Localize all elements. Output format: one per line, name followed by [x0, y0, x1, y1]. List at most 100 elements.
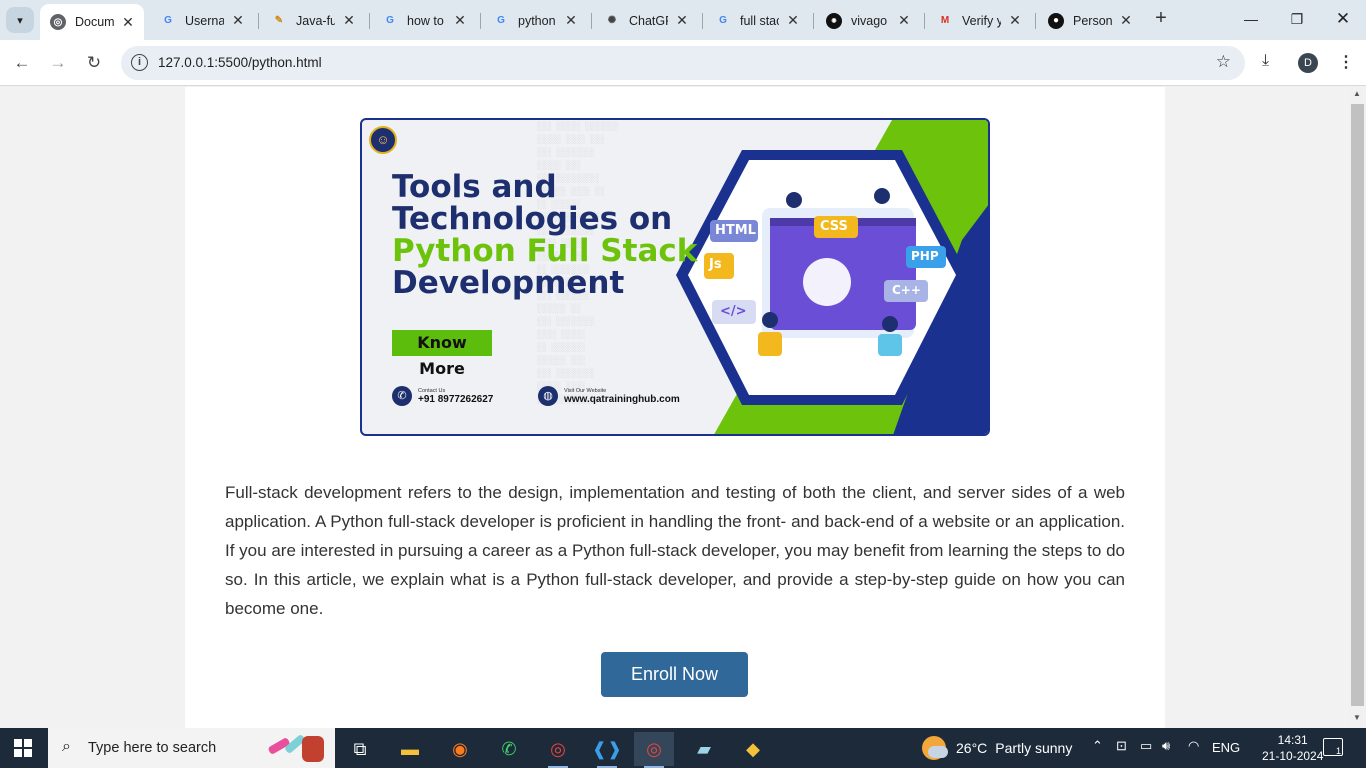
- banner-badge-cpp: C++: [892, 283, 921, 297]
- clock-time: 14:31: [1277, 733, 1308, 747]
- vscode-icon[interactable]: ❰❱: [587, 732, 627, 768]
- headline-line: Python Full Stack: [392, 233, 698, 269]
- scrollbar-thumb[interactable]: [1351, 104, 1364, 706]
- headline-line: Development: [392, 265, 625, 301]
- close-window-icon[interactable]: ✕: [1332, 8, 1354, 30]
- tab-vivago[interactable]: ◉ vivago ✕: [816, 5, 920, 36]
- scroll-up-arrow-icon[interactable]: ▲: [1353, 89, 1361, 98]
- google-icon: G: [386, 15, 394, 26]
- close-icon[interactable]: ✕: [120, 14, 136, 31]
- bookmark-star-icon[interactable]: ☆: [1216, 52, 1231, 72]
- tab-title: vivago: [851, 13, 888, 28]
- back-icon[interactable]: ←: [11, 52, 33, 74]
- tab-separator: [258, 13, 259, 29]
- chrome-profile-icon[interactable]: ◎: [634, 732, 674, 768]
- banner-badge-code: </>: [720, 304, 747, 319]
- tab-separator: [924, 13, 925, 29]
- address-bar[interactable]: i 127.0.0.1:5500/python.html ☆: [121, 46, 1245, 80]
- tab-how-to[interactable]: G how to ✕: [372, 5, 476, 36]
- file-explorer-icon[interactable]: ▬: [390, 732, 430, 766]
- google-icon: G: [497, 15, 505, 26]
- url-text[interactable]: 127.0.0.1:5500/python.html: [158, 55, 322, 70]
- tab-full-stack[interactable]: G full stack ✕: [705, 5, 809, 36]
- new-tab-button[interactable]: +: [1150, 8, 1172, 30]
- menu-kebab-icon[interactable]: ⋮: [1338, 52, 1354, 72]
- task-view-icon[interactable]: ⧉: [340, 732, 380, 766]
- headline-line: Technologies on: [392, 201, 673, 237]
- tab-search-button[interactable]: ▾: [6, 7, 34, 33]
- content-card: ░░░ ░░░░░ ░░░░░░░ ░░░░░ ░░░░ ░░░ ░░░ ░░░░░…: [185, 87, 1165, 728]
- tab-java-full[interactable]: ✎ Java-full ✕: [261, 5, 365, 36]
- firefox-icon[interactable]: ◉: [440, 732, 480, 766]
- battery-icon[interactable]: ▭: [1140, 738, 1152, 754]
- partly-sunny-icon: [922, 736, 948, 760]
- website-value: www.qatraininghub.com: [564, 393, 680, 405]
- notification-center-icon[interactable]: 1: [1323, 738, 1343, 756]
- globe-icon: ◎: [50, 14, 66, 30]
- close-icon[interactable]: ✕: [1007, 12, 1023, 29]
- restore-icon[interactable]: ❐: [1286, 8, 1308, 30]
- phone-icon: ✆: [392, 386, 412, 406]
- banner-badge-html: HTML: [715, 223, 756, 238]
- developer-figure-body: [878, 334, 902, 356]
- wifi-icon[interactable]: ◠: [1188, 738, 1199, 754]
- page-scrollbar[interactable]: ▲ ▼: [1349, 87, 1366, 728]
- download-icon[interactable]: ⤓: [1262, 52, 1269, 70]
- tab-username[interactable]: G Username ✕: [150, 5, 254, 36]
- app-diamond-icon[interactable]: ◆: [733, 732, 773, 766]
- system-clock[interactable]: 14:31 21-10-2024: [1262, 732, 1323, 764]
- language-indicator[interactable]: ENG: [1212, 740, 1240, 755]
- enroll-now-button[interactable]: Enroll Now: [601, 652, 748, 697]
- contact-phone: ✆ Contact Us +91 8977262627: [392, 386, 493, 406]
- profile-avatar[interactable]: D: [1298, 53, 1318, 73]
- forward-icon[interactable]: →: [47, 52, 69, 74]
- close-icon[interactable]: ✕: [1118, 12, 1134, 29]
- google-icon: G: [164, 15, 172, 26]
- tab-python[interactable]: G python ✕: [483, 5, 587, 36]
- tab-strip: ▾ ◎ Document ✕ G Username ✕ ✎ Java-full …: [0, 0, 1366, 40]
- notepad-icon[interactable]: ▰: [684, 732, 724, 766]
- tab-title: Personal: [1073, 13, 1112, 28]
- close-icon[interactable]: ✕: [674, 12, 690, 29]
- whatsapp-icon[interactable]: ✆: [489, 732, 529, 766]
- volume-icon[interactable]: 🔊︎: [1162, 738, 1170, 754]
- close-icon[interactable]: ✕: [341, 12, 357, 29]
- gmail-icon: M: [940, 15, 950, 26]
- python-logo-icon: [803, 258, 851, 306]
- tab-title: Verify y: [962, 13, 1001, 28]
- tray-chevron-up-icon[interactable]: ⌃: [1092, 738, 1103, 754]
- pencil-icon: ✎: [274, 15, 284, 26]
- illustration-shape: [302, 736, 324, 762]
- search-highlight-illustration: [268, 735, 324, 762]
- meet-now-icon[interactable]: ⊡: [1116, 738, 1127, 754]
- contact-value: +91 8977262627: [418, 393, 494, 405]
- close-icon[interactable]: ✕: [896, 12, 912, 29]
- close-icon[interactable]: ✕: [785, 12, 801, 29]
- developer-figure: [882, 316, 898, 332]
- vivago-icon: ◉: [826, 12, 842, 29]
- developer-figure: [874, 188, 890, 204]
- windows-taskbar: ⌕ Type here to search ⧉ ▬ ◉ ✆ ◎ ❰❱ ◎ ▰ ◆…: [0, 728, 1366, 768]
- site-info-icon[interactable]: i: [131, 54, 148, 71]
- reload-icon[interactable]: ↻: [83, 52, 105, 74]
- tab-personal[interactable]: ● Personal ✕: [1038, 5, 1142, 36]
- minimize-icon[interactable]: —: [1240, 8, 1262, 30]
- browser-toolbar: ← → ↻ i 127.0.0.1:5500/python.html ☆ ⤓ D…: [0, 40, 1366, 86]
- banner-badge-php: PHP: [911, 249, 939, 263]
- chrome-icon[interactable]: ◎: [538, 732, 578, 768]
- tab-title: full stack: [740, 13, 779, 28]
- weather-widget[interactable]: 26°C Partly sunny: [922, 736, 1072, 760]
- tab-chatgpt[interactable]: ✺ ChatGPT ✕: [594, 5, 698, 36]
- close-icon[interactable]: ✕: [563, 12, 579, 29]
- tab-title: Java-full: [296, 13, 335, 28]
- developer-figure: [762, 312, 778, 328]
- close-icon[interactable]: ✕: [230, 12, 246, 29]
- weather-temp: 26°C: [956, 740, 988, 756]
- windows-start-icon[interactable]: [14, 739, 32, 757]
- taskbar-search-box[interactable]: ⌕ Type here to search: [48, 728, 335, 768]
- tab-verify[interactable]: M Verify y ✕: [927, 5, 1031, 36]
- close-icon[interactable]: ✕: [452, 12, 468, 29]
- tab-document[interactable]: ◎ Document ✕: [40, 4, 144, 40]
- tab-title: how to: [407, 13, 444, 28]
- scroll-down-arrow-icon[interactable]: ▼: [1353, 713, 1361, 722]
